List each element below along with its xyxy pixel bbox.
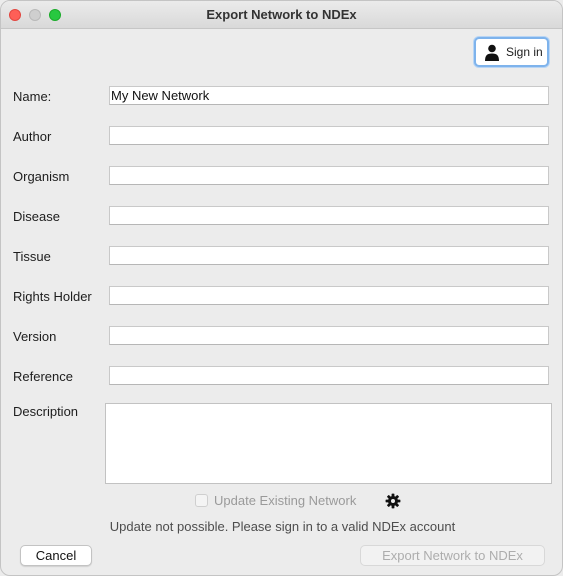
update-existing-checkbox[interactable] [195,494,208,507]
disease-label: Disease [13,209,60,224]
version-input[interactable] [109,326,549,345]
update-existing-row: Update Existing Network [195,493,356,508]
sign-in-warning: Update not possible. Please sign in to a… [109,519,456,534]
version-label: Version [13,329,57,344]
sign-in-label: Sign in [506,45,543,59]
description-label: Description [13,404,79,419]
tissue-label: Tissue [13,249,51,264]
name-label: Name: [13,89,52,104]
reference-label: Reference [13,369,73,384]
organism-label: Organism [13,169,70,184]
update-existing-label: Update Existing Network [214,493,357,508]
export-button[interactable]: Export Network to NDEx [360,545,545,566]
rights-holder-input[interactable] [109,286,549,305]
author-label: Author [13,129,52,144]
title-bar: Export Network to NDEx [1,1,562,29]
name-input[interactable] [109,86,549,105]
user-icon [485,44,499,61]
author-input[interactable] [109,126,549,145]
reference-input[interactable] [109,366,549,385]
organism-input[interactable] [109,166,549,185]
gear-icon[interactable] [385,493,401,509]
export-dialog: Export Network to NDEx Sign in Name: Aut… [0,0,563,576]
sign-in-button[interactable]: Sign in [474,37,549,67]
description-textarea[interactable] [105,403,552,484]
window-title: Export Network to NDEx [206,7,357,22]
disease-input[interactable] [109,206,549,225]
tissue-input[interactable] [109,246,549,265]
cancel-button[interactable]: Cancel [20,545,92,566]
rights-holder-label: Rights Holder [13,289,92,304]
